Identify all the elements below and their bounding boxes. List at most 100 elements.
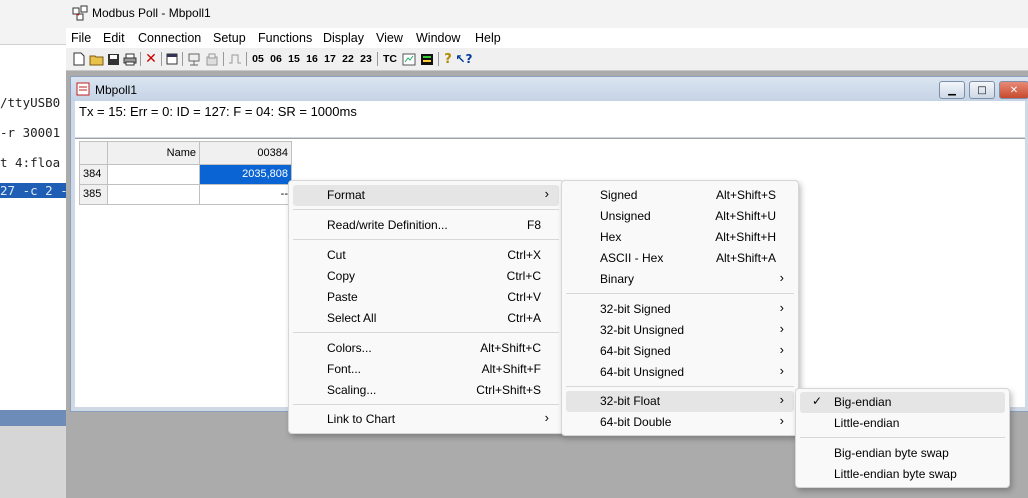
function-17-button[interactable]: 17 [322,51,338,67]
chevron-right-icon: › [779,300,784,315]
delete-icon[interactable]: ✕ [144,51,158,67]
connect-icon[interactable] [186,51,202,67]
menu-item-shortcut: Ctrl+C [506,269,541,283]
float-item-big-endian[interactable]: ✓ Big-endian [800,392,1005,413]
disconnect-icon[interactable] [204,51,220,67]
menu-separator [800,437,1005,438]
menu-item-format[interactable]: Format › [293,185,559,206]
menu-view[interactable]: View [376,31,403,45]
menu-item-label: Font... [327,362,362,376]
menu-item-shortcut: Ctrl+V [507,290,541,304]
maximize-button[interactable]: □ [969,81,995,99]
format-item-32bit-unsigned[interactable]: 32-bit Unsigned › [566,320,794,341]
format-item-64bit-unsigned[interactable]: 64-bit Unsigned › [566,362,794,383]
menu-item-label: Big-endian byte swap [834,446,949,460]
context-help-icon[interactable]: ↖? [456,51,473,67]
menu-item-label: Unsigned [600,209,651,223]
menu-item-label: Paste [327,290,358,304]
monitor-icon[interactable] [401,51,417,67]
menu-item-label: 64-bit Unsigned [600,365,685,379]
menu-connection[interactable]: Connection [138,31,201,45]
menu-display[interactable]: Display [323,31,364,45]
format-item-32bit-float[interactable]: 32-bit Float › [566,391,794,412]
menu-functions[interactable]: Functions [258,31,312,45]
menu-edit[interactable]: Edit [103,31,125,45]
print-icon[interactable] [122,51,137,67]
value-cell[interactable]: -- [200,185,292,205]
float-item-little-endian-byte-swap[interactable]: Little-endian byte swap [800,464,1005,485]
help-icon[interactable]: ? [442,51,454,67]
menu-item-label: 64-bit Signed [600,344,671,358]
toolbar-separator [223,52,224,66]
menu-item-link-to-chart[interactable]: Link to Chart › [293,409,559,430]
new-file-icon[interactable] [72,51,86,67]
toolbar-separator [377,52,378,66]
value-cell-selected[interactable]: 2035,808 [200,165,292,185]
format-submenu: Signed Alt+Shift+S Unsigned Alt+Shift+U … [561,180,799,436]
chevron-right-icon: › [779,363,784,378]
traffic-button[interactable]: TC [381,51,399,67]
function-06-button[interactable]: 06 [268,51,284,67]
open-folder-icon[interactable] [88,51,104,67]
terminal-bottom-area [0,426,66,498]
format-item-unsigned[interactable]: Unsigned Alt+Shift+U [566,206,794,227]
menu-item-shortcut: Alt+Shift+F [481,362,541,376]
menu-item-label: Little-endian [834,416,900,430]
minimize-button[interactable]: ▁ [939,81,965,99]
format-item-hex[interactable]: Hex Alt+Shift+H [566,227,794,248]
column-header-name[interactable]: Name [108,141,200,165]
format-item-32bit-signed[interactable]: 32-bit Signed › [566,299,794,320]
checkmark-icon: ✓ [812,394,823,408]
menu-item-read-write-definition[interactable]: Read/write Definition... F8 [293,215,559,236]
float-item-little-endian[interactable]: Little-endian [800,413,1005,434]
format-item-64bit-double[interactable]: 64-bit Double › [566,412,794,433]
menu-item-label: 32-bit Float [600,394,661,408]
format-item-binary[interactable]: Binary › [566,269,794,290]
menu-item-label: Read/write Definition... [327,218,448,232]
save-icon[interactable] [106,51,120,67]
menu-item-copy[interactable]: Copy Ctrl+C [293,266,559,287]
format-item-64bit-signed[interactable]: 64-bit Signed › [566,341,794,362]
menu-item-label: 64-bit Double [600,415,672,429]
chevron-right-icon: › [779,342,784,357]
menu-item-scaling[interactable]: Scaling... Ctrl+Shift+S [293,380,559,401]
column-header-address[interactable]: 00384 [200,141,292,165]
pulse-icon[interactable] [227,51,243,67]
menu-item-label: Hex [600,230,622,244]
chart-icon[interactable] [419,51,435,67]
function-16-button[interactable]: 16 [304,51,320,67]
menu-file[interactable]: File [71,31,91,45]
name-cell[interactable] [108,165,200,185]
function-05-button[interactable]: 05 [250,51,266,67]
menu-help[interactable]: Help [475,31,501,45]
menu-item-colors[interactable]: Colors... Alt+Shift+C [293,338,559,359]
name-cell[interactable] [108,185,200,205]
function-22-button[interactable]: 22 [340,51,356,67]
menu-item-shortcut: Alt+Shift+H [715,230,776,244]
function-15-button[interactable]: 15 [286,51,302,67]
grid-corner[interactable] [79,141,108,165]
chevron-right-icon: › [779,392,784,407]
float-item-big-endian-byte-swap[interactable]: Big-endian byte swap [800,443,1005,464]
menu-setup[interactable]: Setup [213,31,246,45]
status-area: Tx = 15: Err = 0: ID = 127: F = 04: SR =… [75,101,1025,137]
row-header[interactable]: 384 [79,165,108,185]
child-title-bar[interactable]: Mbpoll1 ▁ □ ✕ [71,77,1028,101]
menu-item-select-all[interactable]: Select All Ctrl+A [293,308,559,329]
menu-window[interactable]: Window [416,31,460,45]
function-23-button[interactable]: 23 [358,51,374,67]
format-item-signed[interactable]: Signed Alt+Shift+S [566,185,794,206]
chevron-right-icon: › [779,270,784,285]
format-item-ascii-hex[interactable]: ASCII - Hex Alt+Shift+A [566,248,794,269]
menu-item-paste[interactable]: Paste Ctrl+V [293,287,559,308]
menu-item-label: 32-bit Signed [600,302,671,316]
close-button[interactable]: ✕ [999,81,1028,99]
menu-item-font[interactable]: Font... Alt+Shift+F [293,359,559,380]
menu-separator [293,209,559,210]
window-icon[interactable] [165,51,179,67]
app-title-bar[interactable]: Modbus Poll - Mbpoll1 [66,0,1028,28]
chevron-right-icon: › [544,186,549,201]
menu-item-shortcut: Ctrl+A [507,311,541,325]
menu-item-cut[interactable]: Cut Ctrl+X [293,245,559,266]
row-header[interactable]: 385 [79,185,108,205]
